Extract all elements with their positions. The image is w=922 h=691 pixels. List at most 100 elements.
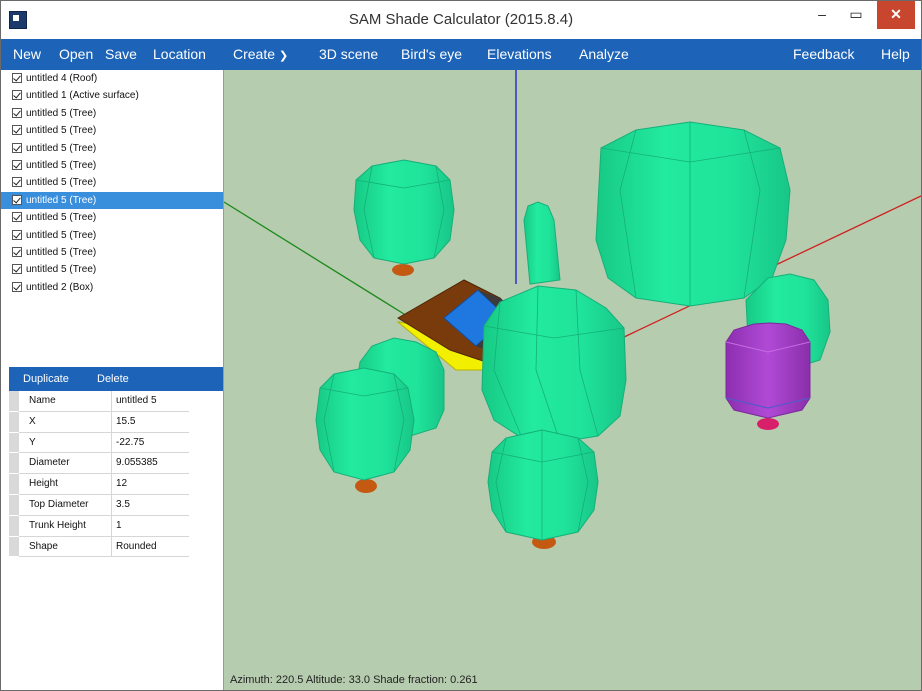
tree-item-label: untitled 5 (Tree): [26, 177, 97, 189]
column-divider: [111, 411, 112, 432]
visibility-checkbox[interactable]: [12, 264, 22, 275]
tree-item-label: untitled 5 (Tree): [26, 125, 97, 137]
property-name: Name: [29, 395, 56, 406]
property-name: Y: [29, 436, 36, 448]
app-window: SAM Shade Calculator (2015.8.4) – ▭ ✕ Ne…: [0, 0, 922, 691]
tree-icon: [595, 121, 791, 307]
column-divider: [111, 536, 112, 557]
visibility-checkbox[interactable]: [12, 246, 22, 257]
column-divider: [111, 453, 112, 474]
visibility-checkbox[interactable]: [12, 125, 22, 136]
maximize-button[interactable]: ▭: [839, 1, 873, 29]
property-name: Top Diameter: [29, 498, 89, 510]
property-name: X: [29, 415, 36, 427]
tree-item-label: untitled 4 (Roof): [26, 73, 98, 84]
property-row: Diameter 9.055385: [9, 453, 189, 475]
property-row: Y -22.75: [9, 432, 189, 454]
tree-item-label: untitled 5 (Tree): [26, 142, 97, 154]
column-divider: [111, 474, 112, 494]
property-value-field[interactable]: 3.5: [116, 499, 130, 510]
row-gutter: [9, 494, 19, 515]
property-row: X 15.5: [9, 411, 189, 433]
menu-save[interactable]: Save: [105, 39, 137, 70]
row-gutter: [9, 411, 19, 432]
menu-birds-eye[interactable]: Bird's eye: [401, 39, 462, 70]
visibility-checkbox[interactable]: [12, 159, 22, 170]
column-divider: [111, 494, 112, 515]
menu-help[interactable]: Help: [881, 39, 910, 70]
tree-item[interactable]: untitled 5 (Tree): [1, 105, 223, 122]
row-gutter: [9, 391, 19, 411]
window-title: SAM Shade Calculator (2015.8.4): [348, 11, 574, 28]
property-grid: Name untitled 5 X 15.5 Y -22.75 Diameter 9.0553…: [9, 391, 189, 558]
property-row: Name untitled 5: [9, 391, 189, 412]
visibility-checkbox[interactable]: [12, 177, 22, 188]
tree-item-label: untitled 2 (Box): [26, 281, 94, 293]
tree-item[interactable]: untitled 5 (Tree): [1, 191, 223, 210]
property-value-field[interactable]: 15.5: [116, 416, 135, 427]
tree-item[interactable]: untitled 1 (Active surface): [1, 87, 223, 104]
tree-item-label: untitled 5 (Tree): [26, 229, 97, 241]
tree-item-label: untitled 5 (Tree): [26, 212, 97, 224]
menu-feedback[interactable]: Feedback: [793, 39, 854, 70]
property-value-field[interactable]: -22.75: [116, 437, 144, 448]
menu-new[interactable]: New: [13, 39, 41, 70]
menu-location[interactable]: Location: [153, 39, 206, 70]
property-value-field[interactable]: 12: [116, 478, 127, 489]
scene-canvas[interactable]: [224, 70, 921, 690]
status-bar: Azimuth: 220.5 Altitude: 33.0 Shade frac…: [230, 674, 478, 686]
property-value-field[interactable]: untitled 5: [116, 395, 157, 406]
tree-item[interactable]: untitled 5 (Tree): [1, 227, 223, 244]
property-value-field[interactable]: 9.055385: [116, 457, 158, 468]
menu-elevations[interactable]: Elevations: [487, 39, 552, 70]
property-name: Height: [29, 478, 58, 490]
property-row: Top Diameter 3.5: [9, 494, 189, 516]
object-tree: untitled 4 (Roof) untitled 1 (Active surf…: [1, 70, 223, 296]
menu-analyze[interactable]: Analyze: [579, 39, 629, 70]
column-divider: [111, 432, 112, 453]
3d-viewport[interactable]: Azimuth: 220.5 Altitude: 33.0 Shade frac…: [224, 70, 921, 690]
tree-item[interactable]: untitled 5 (Tree): [1, 122, 223, 139]
tree-item-label: untitled 5 (Tree): [26, 246, 97, 258]
tree-item[interactable]: untitled 2 (Box): [1, 279, 223, 296]
delete-button[interactable]: Delete: [97, 367, 129, 391]
row-gutter: [9, 453, 19, 474]
tree-item-label: untitled 1 (Active surface): [26, 90, 139, 102]
tree-item[interactable]: untitled 5 (Tree): [1, 157, 223, 174]
tree-item[interactable]: untitled 5 (Tree): [1, 140, 223, 157]
property-toolbar: Duplicate Delete: [9, 367, 223, 391]
sidebar: untitled 4 (Roof) untitled 1 (Active surf…: [1, 70, 224, 690]
property-row: Shape Rounded: [9, 536, 189, 558]
tree-item[interactable]: untitled 5 (Tree): [1, 261, 223, 278]
property-value-field[interactable]: 1: [116, 520, 122, 531]
row-gutter: [9, 474, 19, 494]
property-value-field[interactable]: Rounded: [116, 541, 157, 552]
tree-item-label: untitled 5 (Tree): [26, 107, 97, 119]
tree-icon: [487, 429, 599, 549]
property-name: Shape: [29, 540, 58, 552]
chevron-down-icon: ❯: [279, 50, 289, 62]
visibility-checkbox[interactable]: [12, 142, 22, 153]
visibility-checkbox[interactable]: [12, 107, 22, 118]
title-bar: SAM Shade Calculator (2015.8.4) – ▭ ✕: [1, 1, 921, 39]
visibility-checkbox[interactable]: [12, 229, 22, 240]
visibility-checkbox[interactable]: [12, 194, 22, 205]
tree-item[interactable]: untitled 5 (Tree): [1, 209, 223, 226]
visibility-checkbox[interactable]: [12, 90, 22, 101]
menu-3d-scene[interactable]: 3D scene: [319, 39, 378, 70]
duplicate-button[interactable]: Duplicate: [23, 367, 69, 391]
tree-item[interactable]: untitled 5 (Tree): [1, 174, 223, 191]
visibility-checkbox[interactable]: [12, 212, 22, 223]
column-divider: [111, 515, 112, 536]
tree-item-label: untitled 5 (Tree): [26, 194, 97, 206]
column-divider: [111, 391, 112, 411]
menu-create[interactable]: Create ❯: [233, 39, 288, 70]
visibility-checkbox[interactable]: [12, 281, 22, 292]
visibility-checkbox[interactable]: [12, 73, 22, 83]
close-button[interactable]: ✕: [877, 1, 915, 29]
tree-item[interactable]: untitled 5 (Tree): [1, 244, 223, 261]
tree-item[interactable]: untitled 4 (Roof): [1, 70, 223, 87]
tree-item-label: untitled 5 (Tree): [26, 264, 97, 276]
minimize-button[interactable]: –: [805, 1, 839, 29]
menu-open[interactable]: Open: [59, 39, 93, 70]
